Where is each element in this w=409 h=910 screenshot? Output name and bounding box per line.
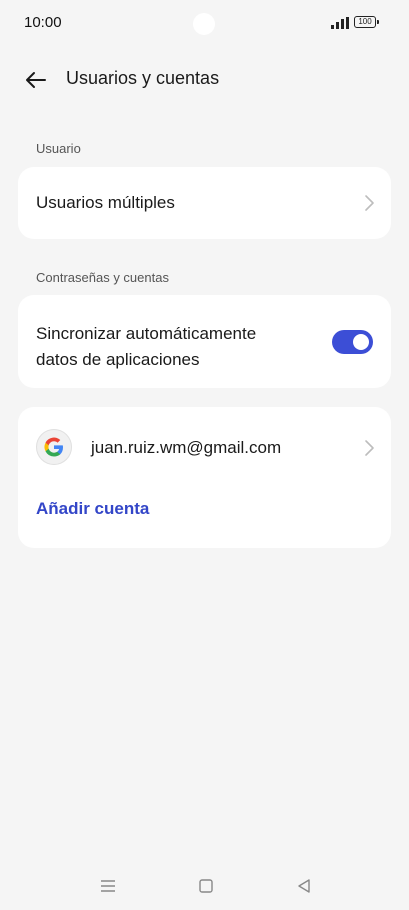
battery-level: 100 xyxy=(358,17,372,26)
signal-icon xyxy=(331,17,349,29)
accounts-card: juan.ruiz.wm@gmail.com Añadir cuenta xyxy=(18,407,391,548)
app-header: Usuarios y cuentas xyxy=(0,58,409,102)
sync-label: Sincronizar automáticamente datos de apl… xyxy=(36,321,256,373)
navigation-bar xyxy=(0,868,409,910)
sync-label-line2: datos de aplicaciones xyxy=(36,350,200,369)
chevron-right-icon xyxy=(365,195,374,211)
camera-cutout xyxy=(193,13,215,35)
back-triangle-icon[interactable] xyxy=(294,876,314,896)
chevron-right-icon xyxy=(365,440,374,456)
multiple-users-label: Usuarios múltiples xyxy=(36,193,175,212)
google-icon xyxy=(36,429,72,465)
page-title: Usuarios y cuentas xyxy=(66,68,220,88)
account-email: juan.ruiz.wm@gmail.com xyxy=(91,438,282,457)
account-row[interactable]: juan.ruiz.wm@gmail.com xyxy=(18,407,391,487)
battery-icon: 100 xyxy=(354,16,379,28)
back-arrow-icon[interactable] xyxy=(24,68,48,92)
sync-label-line1: Sincronizar automáticamente xyxy=(36,324,257,343)
status-bar: 10:00 100 xyxy=(0,0,409,48)
toggle-knob xyxy=(353,334,369,350)
section-label-user: Usuario xyxy=(36,141,81,156)
sync-toggle[interactable] xyxy=(332,330,373,354)
add-account-button[interactable]: Añadir cuenta xyxy=(36,499,149,519)
multiple-users-row[interactable]: Usuarios múltiples xyxy=(18,167,391,239)
status-time: 10:00 xyxy=(24,14,62,31)
home-icon[interactable] xyxy=(196,876,216,896)
menu-icon[interactable] xyxy=(98,876,118,896)
section-label-accounts: Contraseñas y cuentas xyxy=(36,270,169,285)
sync-row[interactable]: Sincronizar automáticamente datos de apl… xyxy=(18,295,391,388)
